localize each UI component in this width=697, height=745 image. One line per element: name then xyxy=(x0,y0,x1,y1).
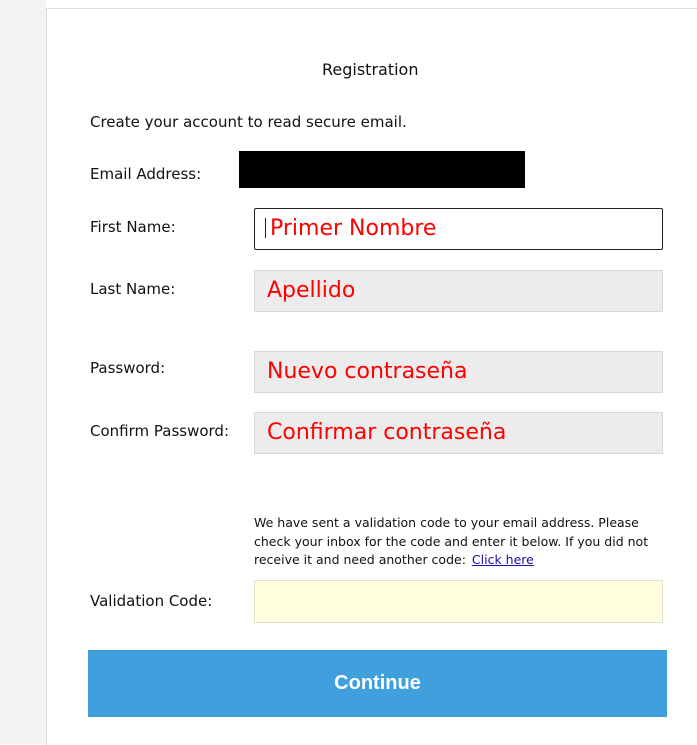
intro-text: Create your account to read secure email… xyxy=(90,113,407,131)
click-here-link[interactable]: Click here xyxy=(472,552,534,567)
validation-code-input[interactable] xyxy=(254,580,663,623)
text-caret xyxy=(265,218,266,238)
first-name-value: Primer Nombre xyxy=(270,216,437,241)
password-field[interactable]: Nuevo contraseña xyxy=(254,351,663,393)
password-label: Password: xyxy=(90,359,166,377)
last-name-field[interactable]: Apellido xyxy=(254,270,663,312)
confirm-password-field[interactable]: Confirmar contraseña xyxy=(254,412,663,454)
last-name-label: Last Name: xyxy=(90,280,176,298)
left-gutter xyxy=(0,0,46,744)
continue-button[interactable]: Continue xyxy=(88,650,667,717)
email-value-redacted xyxy=(239,151,525,188)
validation-info: We have sent a validation code to your e… xyxy=(254,514,674,570)
page-title: Registration xyxy=(322,60,419,79)
password-value: Nuevo contraseña xyxy=(267,359,468,384)
first-name-field[interactable]: Primer Nombre xyxy=(254,208,663,250)
email-label: Email Address: xyxy=(90,165,202,183)
last-name-value: Apellido xyxy=(267,278,356,303)
confirm-password-value: Confirmar contraseña xyxy=(267,420,507,445)
confirm-password-label: Confirm Password: xyxy=(90,422,230,440)
validation-info-text: We have sent a validation code to your e… xyxy=(254,515,649,567)
first-name-label: First Name: xyxy=(90,218,176,236)
validation-code-label: Validation Code: xyxy=(90,592,213,610)
